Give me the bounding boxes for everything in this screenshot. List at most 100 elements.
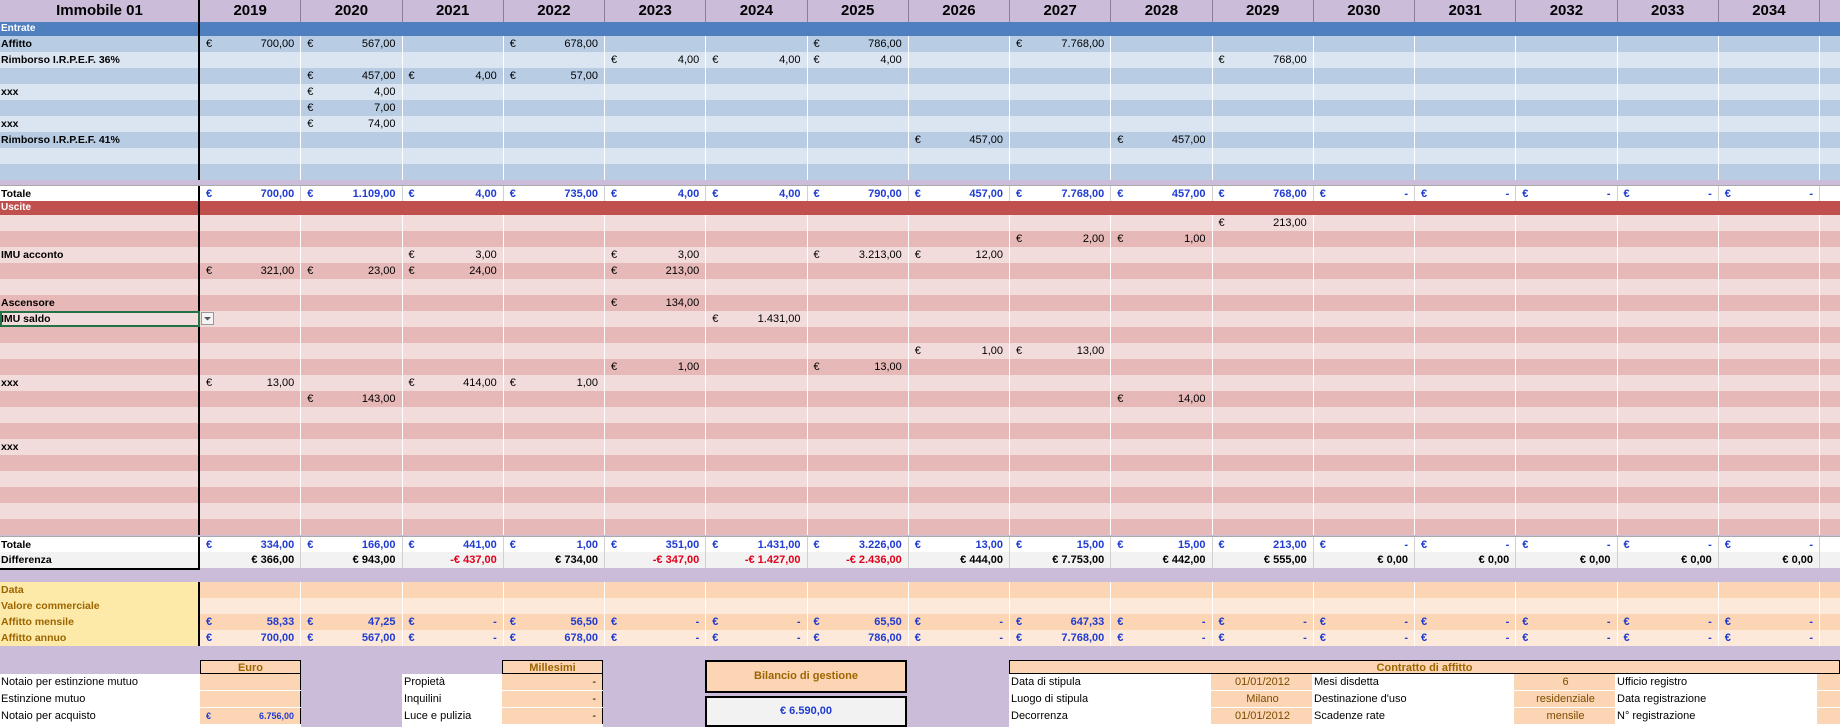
cell-2028[interactable] — [1111, 582, 1213, 598]
cell-2019[interactable] — [200, 327, 302, 343]
cell-2025[interactable] — [808, 231, 909, 247]
cell-2021[interactable] — [403, 100, 504, 116]
cell-2025[interactable] — [808, 487, 909, 503]
cell-2026[interactable]: € - — [909, 630, 1010, 646]
uscite-row-label[interactable]: IMU saldo — [0, 311, 200, 327]
cell-2019[interactable] — [200, 391, 302, 407]
cell-2025[interactable]: -€ 2.436,00 — [808, 552, 909, 568]
cell-2028[interactable] — [1111, 295, 1213, 311]
cell-2030[interactable] — [1314, 359, 1415, 375]
cell-2027[interactable] — [1010, 148, 1112, 164]
cell-2028[interactable] — [1111, 116, 1213, 132]
cell-2028[interactable] — [1111, 519, 1213, 535]
cell-2020[interactable] — [301, 327, 403, 343]
cell-2021[interactable]: €24,00 — [403, 263, 504, 279]
cell-2030[interactable] — [1314, 391, 1415, 407]
cell-2019[interactable] — [200, 68, 302, 84]
cell-2028[interactable]: €457,00 — [1111, 186, 1213, 202]
cell-2027[interactable] — [1010, 263, 1112, 279]
cell-2021[interactable] — [403, 407, 504, 423]
cell-2028[interactable] — [1111, 148, 1213, 164]
cell-2032[interactable] — [1516, 295, 1618, 311]
cell-2027[interactable] — [1010, 487, 1112, 503]
cell-2022[interactable] — [504, 598, 605, 614]
year-header-2029[interactable]: 2029 — [1213, 0, 1314, 22]
contratto-value-empty[interactable] — [1817, 708, 1840, 724]
cell-2034[interactable] — [1719, 68, 1820, 84]
cell-2026[interactable] — [909, 279, 1010, 295]
cell-2028[interactable] — [1111, 279, 1213, 295]
cell-2024[interactable] — [706, 327, 808, 343]
cell-2033[interactable] — [1618, 279, 1719, 295]
cell-2023[interactable] — [605, 116, 707, 132]
cell-2021[interactable] — [403, 598, 504, 614]
cell-2022[interactable]: €1,00 — [504, 537, 605, 553]
cell-2031[interactable] — [1415, 359, 1517, 375]
uscite-row-label[interactable] — [0, 263, 200, 279]
uscite-row-label[interactable] — [0, 231, 200, 247]
cell-2030[interactable] — [1314, 311, 1415, 327]
cell-2027[interactable] — [1010, 407, 1112, 423]
cell-2022[interactable] — [504, 148, 605, 164]
cell-2029[interactable] — [1213, 359, 1314, 375]
cell-2023[interactable] — [605, 231, 707, 247]
uscite-row-label[interactable]: IMU acconto — [0, 247, 200, 263]
cell-2025[interactable] — [808, 375, 909, 391]
cell-2023[interactable] — [605, 439, 707, 455]
cell-2030[interactable] — [1314, 116, 1415, 132]
cell-2021[interactable] — [403, 231, 504, 247]
cell-2030[interactable] — [1314, 582, 1415, 598]
year-header-2023[interactable]: 2023 — [605, 0, 707, 22]
cell-2026[interactable] — [909, 36, 1010, 52]
cell-2028[interactable] — [1111, 52, 1213, 68]
cell-2026[interactable]: € 444,00 — [909, 552, 1010, 568]
cell-2033[interactable] — [1618, 375, 1719, 391]
cell-2029[interactable] — [1213, 231, 1314, 247]
cell-2030[interactable] — [1314, 84, 1415, 100]
cell-2023[interactable] — [605, 582, 707, 598]
cell-2020[interactable]: €4,00 — [301, 84, 403, 100]
cell-2033[interactable] — [1618, 407, 1719, 423]
cell-2025[interactable] — [808, 68, 909, 84]
cell-2026[interactable] — [909, 423, 1010, 439]
cell-2031[interactable] — [1415, 407, 1517, 423]
cell-2023[interactable] — [605, 100, 707, 116]
sheet-title[interactable]: Immobile 01 — [0, 0, 200, 22]
cell-2020[interactable] — [301, 311, 403, 327]
cell-2022[interactable] — [504, 359, 605, 375]
uscite-total-row-label[interactable]: Totale — [0, 537, 200, 553]
cell-2030[interactable] — [1314, 503, 1415, 519]
cell-2033[interactable] — [1618, 455, 1719, 471]
cell-2022[interactable]: €1,00 — [504, 375, 605, 391]
cell-2021[interactable] — [403, 164, 504, 180]
cell-2023[interactable] — [605, 343, 707, 359]
cell-2025[interactable] — [808, 148, 909, 164]
cell-2021[interactable] — [403, 582, 504, 598]
cell-2030[interactable] — [1314, 519, 1415, 535]
cell-2020[interactable] — [301, 295, 403, 311]
cell-2022[interactable] — [504, 295, 605, 311]
cell-2019[interactable] — [200, 132, 302, 148]
cell-2030[interactable]: € - — [1314, 537, 1415, 553]
cell-2031[interactable] — [1415, 391, 1517, 407]
cell-2028[interactable] — [1111, 311, 1213, 327]
cell-2022[interactable] — [504, 407, 605, 423]
year-header-2022[interactable]: 2022 — [504, 0, 605, 22]
cell-2022[interactable] — [504, 231, 605, 247]
cell-2030[interactable] — [1314, 375, 1415, 391]
cell-2027[interactable]: €7.768,00 — [1010, 630, 1112, 646]
cell-2025[interactable] — [808, 279, 909, 295]
cell-2027[interactable] — [1010, 423, 1112, 439]
cell-2029[interactable] — [1213, 375, 1314, 391]
cell-2031[interactable] — [1415, 148, 1517, 164]
cell-2029[interactable] — [1213, 327, 1314, 343]
contratto-label[interactable]: Decorrenza — [1009, 708, 1211, 724]
cell-2031[interactable] — [1415, 375, 1517, 391]
cell-2023[interactable] — [605, 598, 707, 614]
contratto-label[interactable]: Data registrazione — [1615, 691, 1817, 707]
cell-2019[interactable]: €700,00 — [200, 36, 302, 52]
costs-value[interactable] — [200, 691, 301, 707]
cell-2034[interactable] — [1719, 439, 1820, 455]
cell-2034[interactable]: € - — [1719, 537, 1820, 553]
cell-2034[interactable] — [1719, 582, 1820, 598]
